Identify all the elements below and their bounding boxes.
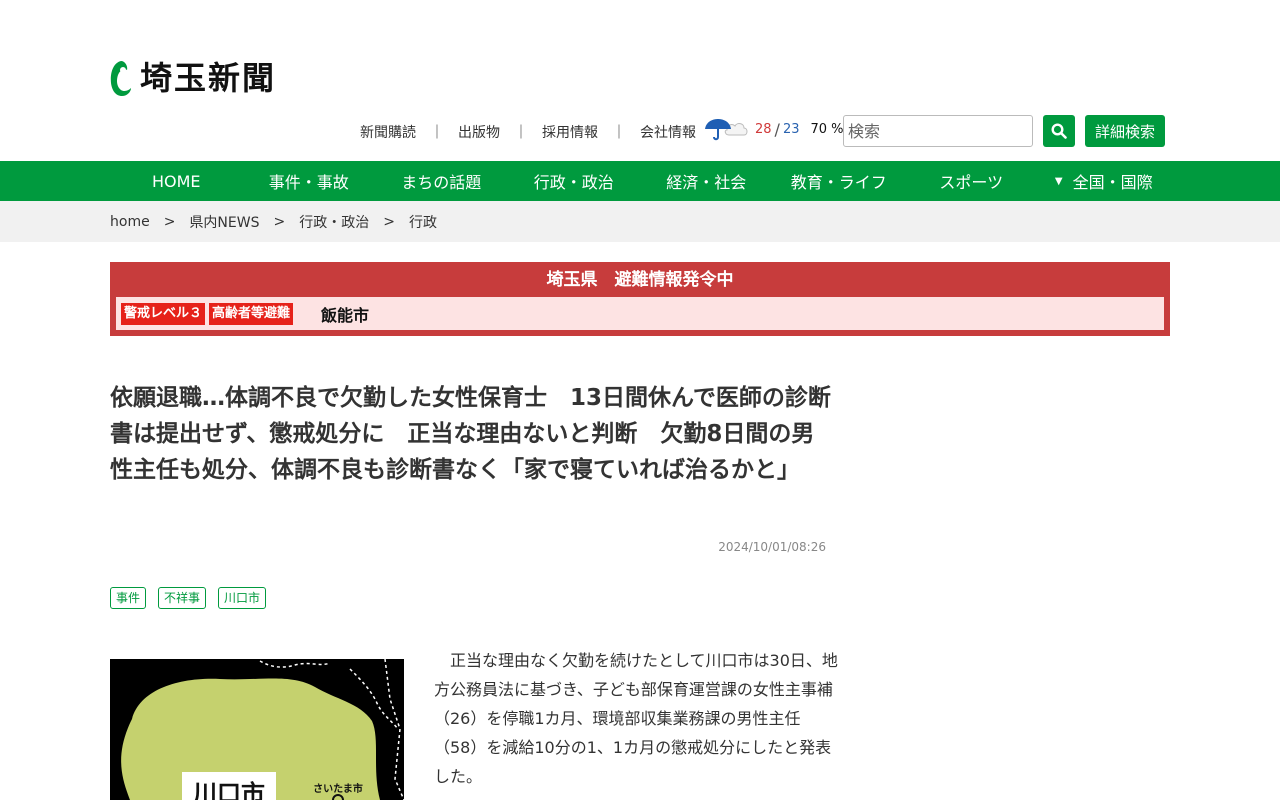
weather-widget[interactable]: 28 / 23 70 % <box>703 114 844 144</box>
article-headline: 依願退職…体調不良で欠勤した女性保育士 13日間休んで医師の診断書は提出せず、懲… <box>110 385 831 483</box>
nav-item-incidents[interactable]: 事件・事故 <box>243 161 376 201</box>
logo-text: 埼玉新聞 <box>140 59 277 97</box>
breadcrumb-sep: > <box>163 213 176 230</box>
advanced-search-button[interactable]: 詳細検索 <box>1085 115 1165 147</box>
caret-down-icon: ▼ <box>1054 175 1063 187</box>
nav-item-national-label: 全国・国際 <box>1072 173 1153 192</box>
article-tags: 事件 不祥事 川口市 <box>110 587 278 609</box>
site-logo[interactable]: 埼玉新聞 <box>110 58 276 98</box>
breadcrumb: home > 県内NEWS > 行政・政治 > 行政 <box>110 201 437 242</box>
search-icon <box>1051 123 1067 139</box>
breadcrumb-sep: > <box>383 213 395 230</box>
search-button[interactable] <box>1043 115 1075 147</box>
breadcrumb-administration[interactable]: 行政 <box>409 212 437 232</box>
util-link-publications[interactable]: 出版物 <box>458 122 500 142</box>
temp-high: 28 <box>755 121 772 137</box>
umbrella-cloud-icon <box>705 119 748 141</box>
breadcrumb-home[interactable]: home <box>110 214 150 230</box>
util-link-company[interactable]: 会社情報 <box>640 122 696 142</box>
article-body: 正当な理由なく欠勤を続けたとして川口市は30日、地方公務員法に基づき、子ども部保… <box>434 651 838 786</box>
tag-kawaguchi[interactable]: 川口市 <box>218 587 267 609</box>
utility-links: 新聞購読 ｜ 出版物 ｜ 採用情報 ｜ 会社情報 <box>360 122 696 142</box>
article-map-image: 川口市 さいたま市 <box>110 659 404 800</box>
nav-item-town-topics[interactable]: まちの話題 <box>375 161 508 201</box>
elderly-evacuation-badge: 高齢者等避難 <box>209 302 294 325</box>
temp-low: 23 <box>782 121 800 137</box>
temp-slash: / <box>774 119 780 139</box>
alert-body: 警戒レベル３ 高齢者等避難 飯能市 <box>116 297 1164 330</box>
map-label-kawaguchi: 川口市 <box>193 780 265 800</box>
alert-city[interactable]: 飯能市 <box>321 302 369 326</box>
breadcrumb-bar: home > 県内NEWS > 行政・政治 > 行政 <box>0 201 1280 242</box>
util-separator: ｜ <box>612 125 626 141</box>
map-label-saitama: さいたま市 <box>313 782 363 795</box>
nav-item-politics[interactable]: 行政・政治 <box>508 161 641 201</box>
article-date: 2024/10/01/08:26 <box>718 540 826 554</box>
breadcrumb-sep: > <box>273 213 286 230</box>
map-illustration: 川口市 さいたま市 <box>110 659 404 800</box>
main-nav: HOME 事件・事故 まちの話題 行政・政治 経済・社会 教育・ライフ スポーツ… <box>0 161 1280 201</box>
search-input[interactable] <box>843 115 1033 147</box>
nav-item-sports[interactable]: スポーツ <box>905 161 1038 201</box>
breadcrumb-politics[interactable]: 行政・政治 <box>299 212 369 232</box>
util-separator: ｜ <box>430 125 444 141</box>
alert-level-badge: 警戒レベル３ <box>121 302 206 325</box>
util-link-subscription[interactable]: 新聞購読 <box>360 122 416 142</box>
nav-item-home[interactable]: HOME <box>110 161 243 201</box>
nav-item-economy[interactable]: 経済・社会 <box>640 161 773 201</box>
evacuation-alert[interactable]: 埼玉県 避難情報発令中 警戒レベル３ 高齢者等避難 飯能市 <box>110 262 1170 336</box>
util-separator: ｜ <box>514 125 528 141</box>
nav-item-education[interactable]: 教育・ライフ <box>773 161 906 201</box>
nav-item-national[interactable]: ▼ 全国・国際 <box>1038 161 1171 201</box>
humidity: 70 % <box>810 121 844 137</box>
logo-mark-icon <box>110 61 131 96</box>
tag-incident[interactable]: 事件 <box>110 587 147 609</box>
page: 埼玉新聞 新聞購読 ｜ 出版物 ｜ 採用情報 ｜ 会社情報 28 / 23 70… <box>0 0 1280 800</box>
util-link-careers[interactable]: 採用情報 <box>542 122 598 142</box>
tag-scandal[interactable]: 不祥事 <box>158 587 207 609</box>
breadcrumb-prefecture-news[interactable]: 県内NEWS <box>189 212 259 232</box>
alert-title: 埼玉県 避難情報発令中 <box>546 270 734 290</box>
